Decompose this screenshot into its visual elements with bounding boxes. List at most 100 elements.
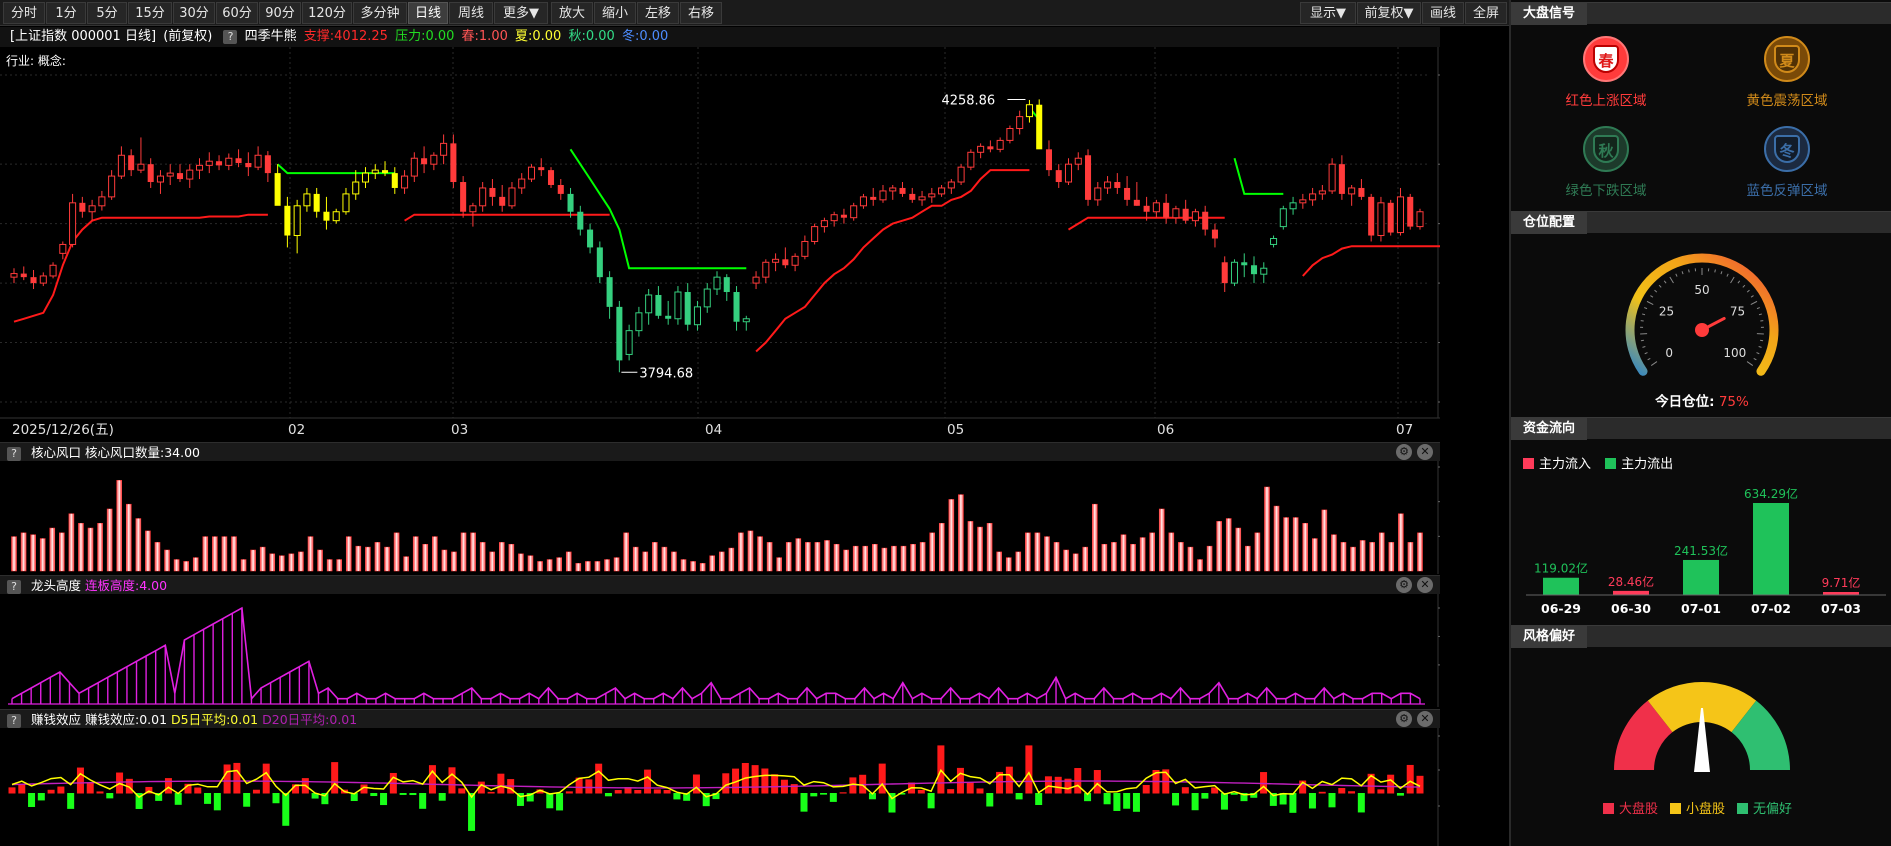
- period-button-10[interactable]: 周线: [449, 2, 493, 24]
- period-button-2[interactable]: 5分: [87, 2, 127, 24]
- wind-bar-highlight: [386, 547, 388, 571]
- candle-body: [1377, 202, 1385, 237]
- period-button-6[interactable]: 90分: [259, 2, 301, 24]
- wind-bar-highlight: [80, 523, 82, 571]
- wind-bar-highlight: [1074, 553, 1077, 571]
- wind-bar-highlight: [434, 536, 436, 571]
- money-bar: [1132, 793, 1140, 812]
- wind-bar-highlight: [462, 532, 465, 571]
- flow-value-label: 241.53亿: [1674, 543, 1728, 558]
- wind-bar-highlight: [51, 528, 54, 571]
- signal-item-1[interactable]: 夏黄色震荡区域: [1702, 36, 1872, 109]
- flow-bar: [1543, 577, 1579, 595]
- wind-bar-highlight: [405, 556, 407, 571]
- money-bar: [106, 793, 114, 799]
- high-label: 4258.86: [941, 93, 995, 108]
- action-button-1[interactable]: 缩小: [594, 2, 636, 24]
- help-icon[interactable]: ?: [7, 580, 21, 594]
- help-icon[interactable]: ?: [7, 447, 21, 461]
- wind-bar-highlight: [510, 544, 513, 571]
- signal-item-3[interactable]: 冬蓝色反弹区域: [1702, 126, 1872, 199]
- candle-body: [440, 142, 448, 156]
- candle-body: [69, 202, 77, 245]
- wind-chart[interactable]: 109.0072.6736.33: [0, 461, 1440, 574]
- candle-body: [1104, 181, 1112, 189]
- money-bar: [76, 767, 84, 794]
- candle-body: [59, 243, 67, 254]
- candle-body: [469, 205, 477, 213]
- candle-body: [235, 158, 242, 163]
- help-icon[interactable]: ?: [223, 30, 238, 44]
- flow-value-label: 28.46亿: [1608, 574, 1654, 589]
- action-button-2[interactable]: 左移: [637, 2, 679, 24]
- money-bar: [1123, 793, 1131, 809]
- wind-bar-highlight: [1103, 544, 1106, 571]
- period-button-4[interactable]: 30分: [173, 2, 215, 24]
- toolbar-right-button-0[interactable]: 显示▼: [1300, 2, 1356, 24]
- candle-body: [1006, 128, 1014, 141]
- close-icon[interactable]: ✕: [1417, 711, 1433, 727]
- candle-body: [410, 157, 418, 177]
- flow-date-label: 06-29: [1541, 601, 1581, 616]
- chart-header: [上证指数 000001 日线] (前复权) ? 四季牛熊 支撑:4012.25…: [0, 27, 1440, 47]
- candle-body: [137, 163, 145, 171]
- money-bar: [18, 783, 26, 794]
- action-button-0[interactable]: 放大: [551, 2, 593, 24]
- gear-icon[interactable]: ⚙: [1396, 444, 1412, 460]
- dragon-chart[interactable]: 18.0012.677.33: [0, 594, 1440, 707]
- flow-date-label: 07-02: [1751, 601, 1791, 616]
- wind-bar-highlight: [1007, 557, 1010, 571]
- gear-icon[interactable]: ⚙: [1396, 711, 1412, 727]
- period-button-1[interactable]: 1分: [46, 2, 86, 24]
- period-button-0[interactable]: 分时: [3, 2, 45, 24]
- period-button-7[interactable]: 120分: [302, 2, 352, 24]
- x-tick-label: 2025/12/26(五): [12, 422, 114, 438]
- wind-bar-highlight: [1084, 547, 1087, 571]
- toolbar-right-button-2[interactable]: 画线: [1422, 2, 1464, 24]
- money-bar: [1328, 793, 1336, 808]
- period-button-9[interactable]: 日线: [408, 2, 448, 24]
- candle-body: [1094, 187, 1102, 201]
- money-bar: [820, 793, 828, 795]
- money-bar: [751, 765, 759, 794]
- money-bar: [331, 762, 339, 794]
- wind-bar-highlight: [768, 542, 771, 571]
- signal-item-2[interactable]: 秋绿色下跌区域: [1521, 126, 1691, 199]
- legend-out-label: 主力流出: [1621, 457, 1674, 472]
- period-button-3[interactable]: 15分: [128, 2, 172, 24]
- wind-bar-highlight: [711, 555, 714, 571]
- money-chart[interactable]: 0.030.01-0.01: [0, 728, 1440, 846]
- period-button-11[interactable]: 更多▼: [494, 2, 548, 24]
- money-bar: [1044, 776, 1052, 794]
- candle-body: [752, 276, 760, 284]
- toolbar-right-button-3[interactable]: 全屏: [1465, 2, 1507, 24]
- wind-bar-highlight: [22, 532, 25, 571]
- period-button-5[interactable]: 60分: [216, 2, 258, 24]
- candle-body: [1191, 211, 1199, 222]
- money-bar: [634, 789, 642, 794]
- gauge-tick: [1663, 280, 1667, 284]
- close-icon[interactable]: ✕: [1417, 577, 1433, 593]
- signal-glyph: 秋: [1593, 135, 1619, 163]
- period-button-8[interactable]: 多分钟: [353, 2, 407, 24]
- help-icon[interactable]: ?: [7, 714, 21, 728]
- gauge-tick: [1756, 307, 1760, 310]
- money-bar: [556, 793, 564, 811]
- wind-bar-highlight: [1313, 538, 1316, 571]
- toolbar-right-button-1[interactable]: 前复权▼: [1357, 2, 1421, 24]
- gauge-tick: [1758, 313, 1763, 316]
- candle: [1085, 149, 1092, 206]
- flow-title: 资金流向: [1511, 418, 1588, 440]
- wind-bar-highlight: [1227, 518, 1230, 571]
- main-chart[interactable]: 行业: 概念: 4300.04150.04050.03950.03850.037…: [0, 47, 1440, 447]
- wind-bar-highlight: [89, 528, 92, 571]
- wind-bar-highlight: [1141, 537, 1144, 571]
- candle-body: [391, 173, 398, 188]
- action-button-3[interactable]: 右移: [680, 2, 722, 24]
- gear-icon[interactable]: ⚙: [1396, 577, 1412, 593]
- close-icon[interactable]: ✕: [1417, 444, 1433, 460]
- candle-body: [1230, 261, 1239, 284]
- signal-item-0[interactable]: 春红色上涨区域: [1521, 36, 1691, 109]
- candle-body: [361, 172, 370, 183]
- wind-bar-highlight: [1160, 508, 1163, 571]
